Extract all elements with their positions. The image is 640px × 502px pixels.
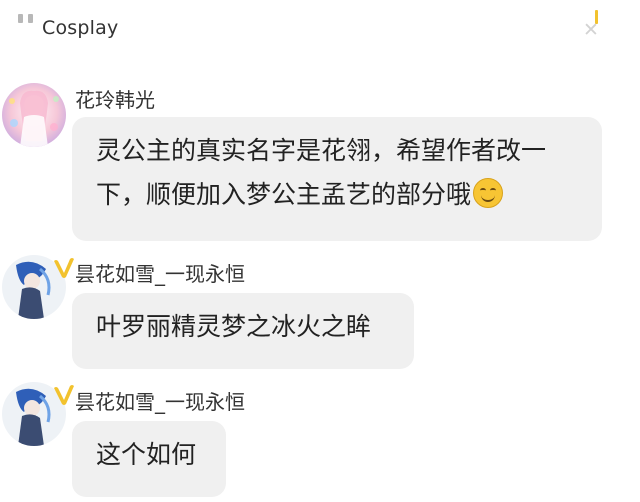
verified-badge-icon <box>54 385 74 405</box>
username[interactable]: 昙花如雪_一现永恒 <box>75 258 245 287</box>
smiling-face-icon <box>473 178 504 208</box>
message-text: 这个如何 <box>96 440 197 469</box>
username[interactable]: 昙花如雪_一现永恒 <box>75 386 245 415</box>
message-text-line: 灵公主的真实名字是花翎，希望作者改一 <box>96 136 547 165</box>
verified-badge-icon <box>54 258 74 278</box>
top-bar: Cosplay ✕ <box>0 0 640 60</box>
message-bubble[interactable]: 这个如何 <box>72 421 226 497</box>
page-title: Cosplay <box>42 17 119 39</box>
message-text: 叶罗丽精灵梦之冰火之眸 <box>96 312 372 341</box>
message-text-line-2: 下，顺便加入梦公主孟艺的部分哦 <box>96 173 578 217</box>
message-bubble[interactable]: 叶罗丽精灵梦之冰火之眸 <box>72 293 414 369</box>
username[interactable]: 花玲韩光 <box>75 84 155 113</box>
close-icon[interactable]: ✕ <box>583 8 605 40</box>
message-bubble[interactable]: 灵公主的真实名字是花翎，希望作者改一 下，顺便加入梦公主孟艺的部分哦 <box>72 117 602 241</box>
avatar[interactable] <box>2 83 66 147</box>
